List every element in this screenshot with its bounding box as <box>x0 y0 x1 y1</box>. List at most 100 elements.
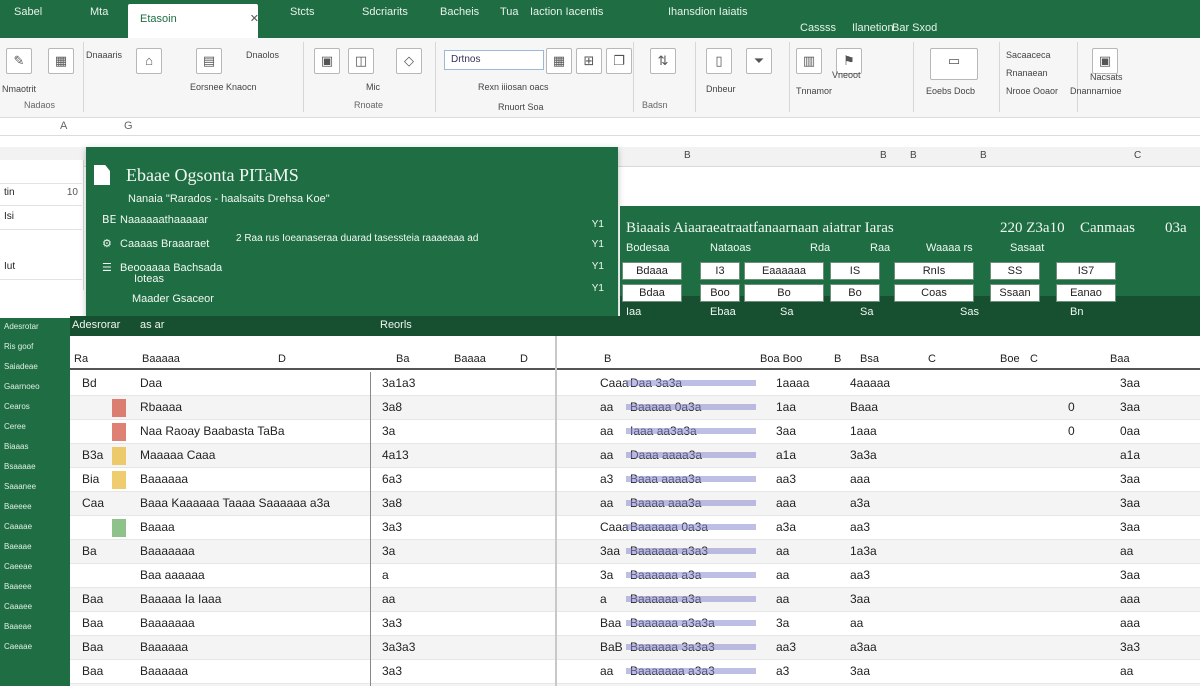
table-icon[interactable]: ▥ <box>796 48 822 74</box>
summary-cell[interactable]: Boo <box>700 284 740 302</box>
left-nav-item[interactable]: Adesrotar <box>4 322 39 331</box>
chart-icon[interactable]: ◫ <box>348 48 374 74</box>
tab-2[interactable]: Mta <box>90 6 108 18</box>
summary-cell[interactable]: Eanao <box>1056 284 1116 302</box>
table-row[interactable]: BiaBaaaaaa6a3a3Baaa aaaa3aaa3aaa3aa <box>70 468 1200 492</box>
table-row[interactable]: BaaBaaaaaa3a3a3BaBBaaaaaa 3a3a3aa3a3aa3a… <box>70 636 1200 660</box>
summary-cell[interactable]: Bdaa <box>622 284 682 302</box>
tab-8[interactable]: Iaction Iacentis <box>530 6 603 18</box>
table-row[interactable]: BaaBaaaaaaa3a3BaaBaaaaaa a3a3a3aaaaaa <box>70 612 1200 636</box>
side-pane-row[interactable]: tin 10 <box>0 182 82 206</box>
table-row[interactable]: Rbaaaa3a8aaBaaaaa 0a3a1aaBaaa03aa <box>70 396 1200 420</box>
summary-cell[interactable]: Eaaaaaa <box>744 262 824 280</box>
column-header[interactable]: Boa Boo <box>760 353 802 365</box>
table-row[interactable]: B3aMaaaaa Caaa4a13aaDaaa aaaa3aa1a3a3aa1… <box>70 444 1200 468</box>
tab-6[interactable]: Bacheis <box>440 6 479 18</box>
window-icon[interactable]: ▭ <box>930 48 978 80</box>
grid-icon[interactable]: ▦ <box>48 48 74 74</box>
copy-icon[interactable]: ❐ <box>606 48 632 74</box>
table-row[interactable]: CaaBaaa Kaaaaaa Taaaa Saaaaaa a3a3a8aaBa… <box>70 492 1200 516</box>
left-nav-item[interactable]: Caaaee <box>4 602 32 611</box>
popup-entry[interactable]: ⚙ Caaaas Braaaraet <box>102 237 209 250</box>
column-header[interactable]: B <box>880 150 887 161</box>
summary-cell[interactable]: IS <box>830 262 880 280</box>
formula-bar[interactable]: A G <box>0 118 1200 136</box>
left-nav-item[interactable]: Saiadeae <box>4 362 38 371</box>
table-row[interactable]: BaaBaaaaaa3a3aaBaaaaaaa a3a3a33aaaa <box>70 660 1200 684</box>
left-nav-item[interactable]: Bsaaaae <box>4 462 36 471</box>
popup-entry[interactable]: BE Naaaaaathaaaaar <box>102 213 208 226</box>
summary-cell[interactable]: Bo <box>744 284 824 302</box>
left-nav-item[interactable]: Cearos <box>4 402 30 411</box>
gallery-icon[interactable]: ▣ <box>1092 48 1118 74</box>
tab-4[interactable]: Stcts <box>290 6 314 18</box>
column-header[interactable]: C <box>1030 353 1038 365</box>
column-header[interactable]: Baaaaa <box>142 353 180 365</box>
left-nav-item[interactable]: Caaaae <box>4 522 32 531</box>
left-nav-item[interactable]: Gaarnoeo <box>4 382 40 391</box>
side-pane-row[interactable] <box>0 160 82 184</box>
tab-active[interactable]: Etasoin ✕ <box>128 4 259 38</box>
left-nav-item[interactable]: Biaaas <box>4 442 28 451</box>
close-icon[interactable]: ✕ <box>250 13 259 25</box>
column-header[interactable]: Baaaa <box>454 353 486 365</box>
ribbon-label[interactable]: Nrooe Ooaor <box>1006 86 1058 96</box>
tab-7[interactable]: Tua <box>500 6 519 18</box>
column-header[interactable]: B <box>604 353 611 365</box>
table-row[interactable]: Naa Raoay Baabasta TaBa3aaaIaaa aa3a3a3a… <box>70 420 1200 444</box>
column-header[interactable]: Boe <box>1000 353 1020 365</box>
font-name-box[interactable]: Drtnos <box>444 50 544 70</box>
left-nav-item[interactable]: Baaeee <box>4 582 32 591</box>
popup-entry[interactable]: Ioteas <box>134 273 164 285</box>
column-header[interactable]: Ba <box>396 353 409 365</box>
grid-icon[interactable]: ⊞ <box>576 48 602 74</box>
document-icon[interactable]: ▯ <box>706 48 732 74</box>
clipboard-icon[interactable]: ▤ <box>196 48 222 74</box>
table-icon[interactable]: ▦ <box>546 48 572 74</box>
side-pane-row[interactable]: Isi <box>0 206 82 230</box>
left-nav-item[interactable]: Baeeee <box>4 502 32 511</box>
tab-9[interactable]: Ihansdion Iaiatis <box>668 6 748 18</box>
column-header[interactable]: B <box>910 150 917 161</box>
left-nav-item[interactable]: Ris goof <box>4 342 33 351</box>
column-header[interactable]: C <box>928 353 936 365</box>
popup-entry[interactable]: Maader Gsaceor <box>132 293 214 305</box>
table-row[interactable]: Baa aaaaaaa3aBaaaaaa a3aaaaa33aa <box>70 564 1200 588</box>
ribbon-label[interactable]: Sacaaceca <box>1006 50 1051 60</box>
draw-icon[interactable]: ✎ <box>6 48 32 74</box>
column-header[interactable]: Ra <box>74 353 88 365</box>
column-header[interactable]: B <box>980 150 987 161</box>
format-row[interactable]: Rnuort Soa <box>498 102 544 112</box>
summary-cell[interactable]: IS7 <box>1056 262 1116 280</box>
summary-cell[interactable]: Ssaan <box>990 284 1040 302</box>
tab-11[interactable]: Ilanetion <box>852 22 894 34</box>
brush-icon[interactable]: ⌂ <box>136 48 162 74</box>
column-header[interactable]: D <box>278 353 286 365</box>
side-pane-row[interactable]: Iut <box>0 256 82 280</box>
summary-cell[interactable]: RnIs <box>894 262 974 280</box>
pane-divider[interactable] <box>555 336 557 686</box>
left-nav-item[interactable]: Saaanee <box>4 482 36 491</box>
sort-icon[interactable]: ⇅ <box>650 48 676 74</box>
left-nav-item[interactable]: Ceree <box>4 422 26 431</box>
column-header[interactable]: Bsa <box>860 353 879 365</box>
table-row[interactable]: BaBaaaaaaa3a3aaBaaaaaa a3a3aa1a3aaa <box>70 540 1200 564</box>
tab-1[interactable]: Sabel <box>14 6 42 18</box>
filter-icon[interactable]: ⏷ <box>746 48 772 74</box>
column-header[interactable]: B <box>834 353 841 365</box>
table-row[interactable]: Baaaa3a3CaaaBaaaaaa 0a3aa3aaa33aa <box>70 516 1200 540</box>
table-row[interactable]: BaaBaaaaa Ia IaaaaaaBaaaaaa a3aaa3aaaaa <box>70 588 1200 612</box>
column-header[interactable]: Baa <box>1110 353 1130 365</box>
image-icon[interactable]: ▣ <box>314 48 340 74</box>
font-size-row[interactable]: Rexn iiiosan oacs <box>478 82 549 92</box>
tab-12[interactable]: Bar Sxod <box>892 22 937 34</box>
column-header[interactable]: B <box>684 150 691 161</box>
summary-cell[interactable]: SS <box>990 262 1040 280</box>
tab-5[interactable]: Sdcriarits <box>362 6 408 18</box>
summary-cell[interactable]: Bo <box>830 284 880 302</box>
left-nav-item[interactable]: Caeeae <box>4 562 32 571</box>
left-nav-item[interactable]: Caeaae <box>4 642 32 651</box>
table-row[interactable]: BdDaa3a1a3CaaaDaa 3a3a1aaaa4aaaaa3aa <box>70 372 1200 396</box>
column-header[interactable]: D <box>520 353 528 365</box>
left-nav-item[interactable]: Baaeae <box>4 622 32 631</box>
